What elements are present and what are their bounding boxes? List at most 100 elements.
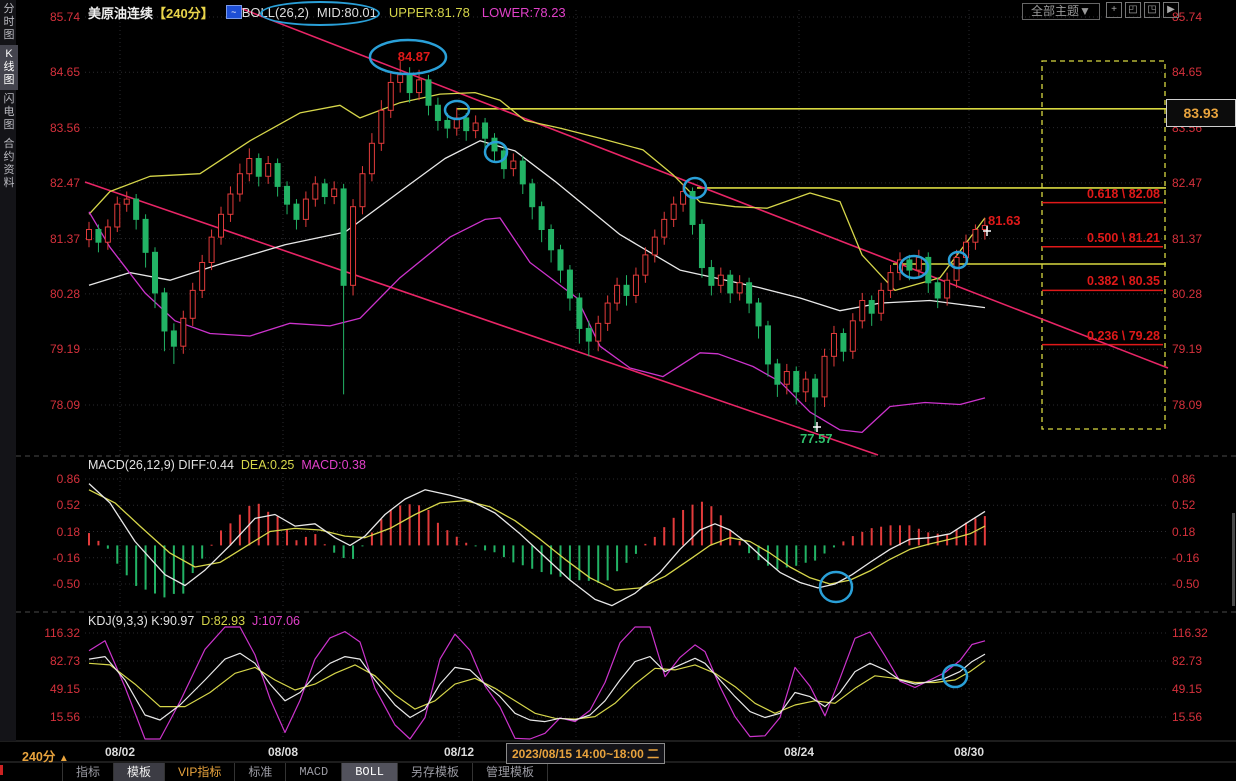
- main-axis-label-left: 84.65: [18, 65, 80, 79]
- macd-histogram-bar: [861, 532, 863, 546]
- kdj-title: KDJ(9,3,3): [88, 614, 148, 628]
- price-alert-box: 83.93: [1166, 99, 1236, 127]
- macd-histogram-bar: [654, 537, 656, 545]
- macd-histogram-bar: [314, 534, 316, 545]
- candle-body: [407, 75, 412, 93]
- candle-body: [860, 301, 865, 321]
- macd-histogram-bar: [295, 540, 297, 545]
- boll-lower-value: LOWER:78.23: [482, 5, 566, 20]
- macd-histogram-bar: [154, 545, 156, 593]
- sidebar-item-flash-chart[interactable]: 闪电图: [0, 90, 18, 135]
- main-axis-label-right: 78.09: [1172, 398, 1202, 412]
- toolbar-item-boll[interactable]: BOLL: [342, 763, 398, 781]
- candle-body: [473, 123, 478, 131]
- candle-body: [483, 123, 488, 138]
- macd-histogram-bar: [880, 527, 882, 546]
- candle-body: [209, 237, 214, 262]
- macd-axis-label-left: 0.52: [18, 498, 80, 512]
- macd-histogram-bar: [842, 541, 844, 545]
- shift-right-icon[interactable]: ▶: [1163, 2, 1179, 18]
- fib-retracement-box: [1042, 61, 1165, 429]
- candle-body: [549, 230, 554, 250]
- candle-body: [633, 275, 638, 295]
- fib-level-label: 0.382 \ 80.35: [1000, 274, 1160, 288]
- main-axis-label-right: 82.47: [1172, 176, 1202, 190]
- candle-body: [492, 138, 497, 151]
- scale-left-icon[interactable]: ◰: [1125, 2, 1141, 18]
- macd-histogram-bar: [182, 545, 184, 593]
- peak-price-label: 84.87: [386, 50, 442, 64]
- candle-body: [945, 280, 950, 298]
- candle-body: [303, 199, 308, 219]
- candle-body: [558, 250, 563, 270]
- scale-right-icon[interactable]: ◳: [1144, 2, 1160, 18]
- macd-histogram-bar: [644, 544, 646, 546]
- candle-body: [567, 270, 572, 298]
- sidebar-item-kline-chart[interactable]: K线图: [0, 45, 18, 90]
- macd-histogram-bar: [918, 529, 920, 546]
- date-label: 08/30: [945, 745, 993, 759]
- candle-body: [266, 164, 271, 177]
- candle-body: [850, 321, 855, 351]
- macd-histogram-bar: [220, 530, 222, 545]
- toolbar-item-macd[interactable]: MACD: [286, 763, 342, 781]
- macd-histogram-bar: [692, 505, 694, 546]
- main-axis-label-right: 80.28: [1172, 287, 1202, 301]
- date-label: 08/08: [259, 745, 307, 759]
- candle-body: [615, 285, 620, 303]
- macd-histogram-bar: [607, 545, 609, 580]
- theme-dropdown-button[interactable]: 全部主题▼: [1022, 3, 1100, 20]
- macd-histogram-bar: [908, 525, 910, 545]
- move-icon[interactable]: +: [1106, 2, 1122, 18]
- candle-body: [237, 174, 242, 194]
- candle-body: [916, 257, 921, 270]
- toolbar-item-manage-template[interactable]: 管理模板: [473, 763, 548, 781]
- trading-terminal: 分时图 K线图 闪电图 合约资料 美原油连续 【240分】 ~ BOLL(26,…: [0, 0, 1236, 781]
- main-axis-label-left: 79.19: [18, 342, 80, 356]
- toolbar-item-indicator[interactable]: 指标: [62, 763, 114, 781]
- annotation-ellipse: [943, 665, 967, 687]
- candle-body: [153, 252, 158, 293]
- kdj-axis-label-right: 15.56: [1172, 710, 1202, 724]
- highlighted-date-label: 2023/08/15 14:00~18:00 二: [506, 743, 665, 764]
- candle-body: [511, 161, 516, 169]
- candle-body: [105, 227, 110, 242]
- macd-dea-value: DEA:0.25: [241, 458, 295, 472]
- macd-histogram-bar: [588, 545, 590, 580]
- macd-histogram-bar: [201, 545, 203, 558]
- candle-body: [577, 298, 582, 328]
- macd-histogram-bar: [541, 545, 543, 572]
- macd-histogram-bar: [456, 537, 458, 546]
- macd-histogram-bar: [531, 545, 533, 568]
- toolbar-item-save-template[interactable]: 另存模板: [398, 763, 473, 781]
- macd-axis-label-right: -0.16: [1172, 551, 1199, 565]
- indicator-name: BOLL(26,2): [242, 5, 309, 20]
- toolbar-item-vip-indicator[interactable]: VIP指标: [165, 763, 235, 781]
- candle-body: [671, 204, 676, 219]
- sidebar-item-time-chart[interactable]: 分时图: [0, 0, 18, 45]
- toolbar-item-standard[interactable]: 标准: [235, 763, 286, 781]
- candle-body: [200, 262, 205, 290]
- toolbar-item-template[interactable]: 模板: [114, 763, 165, 781]
- macd-histogram-bar: [343, 545, 345, 558]
- macd-histogram-bar: [522, 545, 524, 565]
- macd-histogram-bar: [229, 523, 231, 545]
- candle-body: [360, 174, 365, 207]
- macd-histogram-bar: [465, 543, 467, 546]
- candle-body: [332, 189, 337, 197]
- macd-histogram-bar: [427, 510, 429, 545]
- main-axis-label-left: 82.47: [18, 176, 80, 190]
- candle-body: [181, 318, 186, 346]
- macd-axis-label-right: -0.50: [1172, 577, 1199, 591]
- low-price-label: 77.57: [800, 432, 833, 446]
- macd-histogram-bar: [890, 525, 892, 545]
- macd-axis-label-right: 0.52: [1172, 498, 1195, 512]
- window-icons: + ◰ ◳ ▶: [1106, 2, 1179, 18]
- macd-histogram-bar: [135, 545, 137, 586]
- candle-body: [134, 199, 139, 219]
- sidebar-item-contract-info[interactable]: 合约资料: [0, 135, 18, 193]
- macd-histogram-bar: [361, 545, 363, 546]
- kdj-k-line: [89, 653, 985, 721]
- toolbar-left-marker: [0, 765, 3, 775]
- macd-axis-label-left: 0.18: [18, 525, 80, 539]
